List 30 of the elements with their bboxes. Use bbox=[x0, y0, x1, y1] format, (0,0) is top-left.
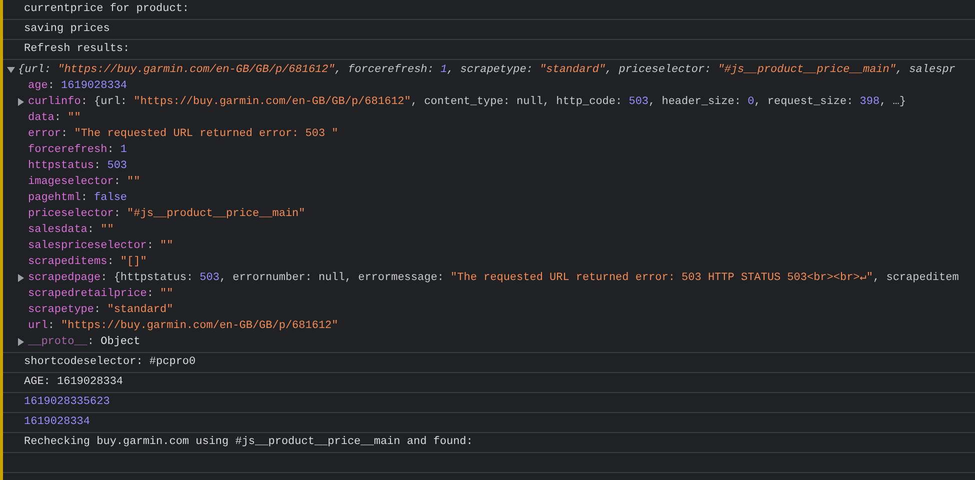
console-message: shortcodeselector: #pcpro0 bbox=[24, 355, 197, 370]
property-line: url: "https://buy.garmin.com/en-GB/GB/p/681612" bbox=[28, 318, 338, 334]
property-line: error: "The requested URL returned error: 503 " bbox=[28, 126, 338, 142]
expand-arrow-icon[interactable] bbox=[7, 67, 15, 73]
property-line: scrapeditems: "[]" bbox=[28, 254, 147, 270]
expand-arrow-icon[interactable] bbox=[18, 338, 24, 346]
property-line: scrapedretailprice: "" bbox=[28, 286, 174, 302]
console-message: Refresh results: bbox=[24, 42, 131, 57]
property-line: data: "" bbox=[28, 110, 81, 126]
property-line: priceselector: "#js__product__price__main" bbox=[28, 206, 306, 222]
property-line: pagehtml: false bbox=[28, 190, 128, 206]
property-line: salespriceselector: "" bbox=[28, 238, 174, 254]
property-line: age: 1619028334 bbox=[28, 78, 128, 94]
property-line: curlinfo: {url: "https://buy.garmin.com/en-GB/GB/p/681612", content_type: null, http_code: 503, header_size: 0, request_size: 398, …} bbox=[28, 94, 906, 110]
console-message: 1619028335623 bbox=[24, 395, 111, 410]
console-message: saving prices bbox=[24, 22, 111, 37]
object-summary[interactable]: {url: "https://buy.garmin.com/en-GB/GB/p/681612", forcerefresh: 1, scrapetype: "standard", priceselector: "#js__product__price__main", salespr bbox=[18, 62, 956, 78]
property-line: scrapedpage: {httpstatus: 503, errornumber: null, errormessage: "The requested URL returned error: 503 HTTP STATUS 503<br><br>↵", scrapeditem bbox=[28, 270, 959, 286]
console-message: 1619028334 bbox=[24, 415, 92, 430]
property-line: salesdata: "" bbox=[28, 222, 114, 238]
property-line: forcerefresh: 1 bbox=[28, 142, 128, 158]
expand-arrow-icon[interactable] bbox=[18, 98, 24, 106]
console-message: AGE: 1619028334 bbox=[24, 375, 124, 390]
property-line: __proto__: Object bbox=[28, 334, 140, 350]
property-line: imageselector: "" bbox=[28, 174, 140, 190]
property-line: scrapetype: "standard" bbox=[28, 302, 174, 318]
expand-arrow-icon[interactable] bbox=[18, 274, 24, 282]
property-line: httpstatus: 503 bbox=[28, 158, 128, 174]
console-message: currentprice for product: bbox=[24, 2, 190, 17]
console-message: Rechecking buy.garmin.com using #js__product__price__main and found: bbox=[24, 435, 474, 450]
